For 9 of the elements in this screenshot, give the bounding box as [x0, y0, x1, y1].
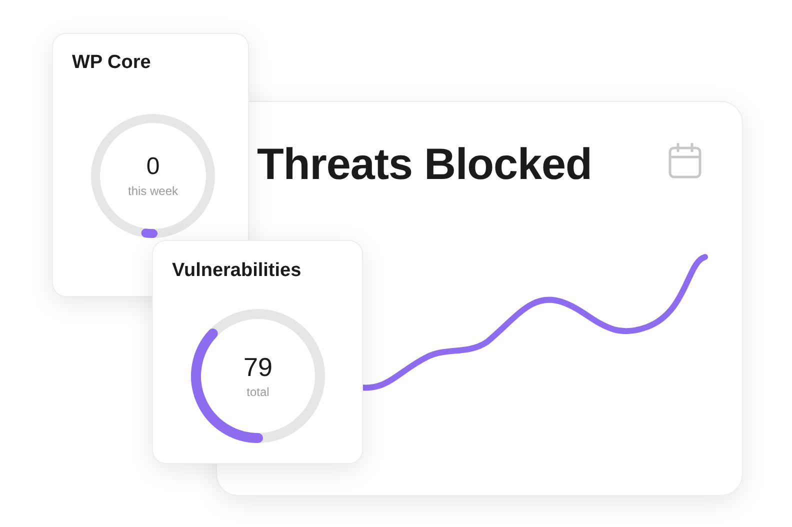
ring-value: 79 — [244, 353, 272, 382]
calendar-icon — [668, 143, 702, 179]
card-title: WP Core — [72, 52, 151, 74]
ring-caption: total — [246, 384, 270, 399]
card-title: Threats Blocked — [257, 140, 592, 190]
ring-fill — [141, 228, 158, 238]
ring-caption: this week — [128, 184, 178, 198]
card-title: Vulnerabilities — [172, 260, 302, 282]
ring-value: 0 — [146, 154, 160, 181]
